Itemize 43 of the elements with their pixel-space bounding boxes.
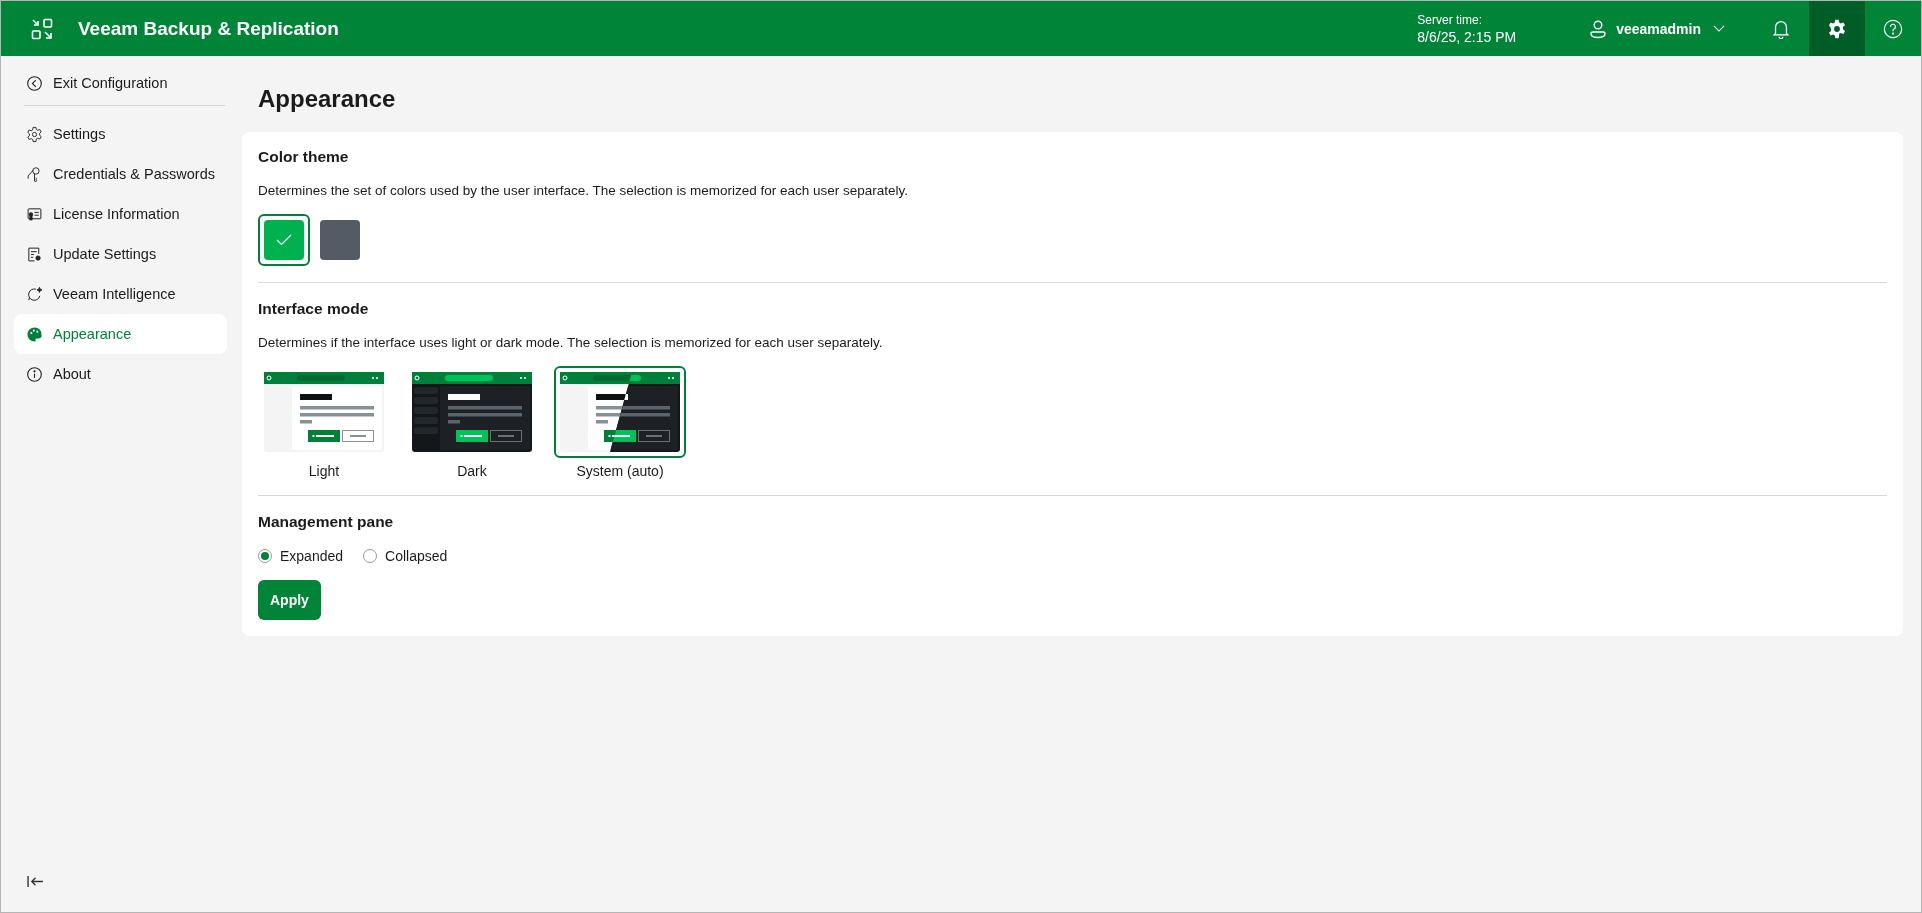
sidebar-item[interactable]: License Information bbox=[14, 194, 227, 234]
server-time: 8/6/25, 2:15 PM bbox=[1417, 28, 1517, 45]
sidebar-item[interactable]: Appearance bbox=[14, 314, 227, 354]
sidebar-item[interactable]: Veeam Intelligence bbox=[14, 274, 227, 314]
gear-icon bbox=[26, 125, 43, 143]
settings-icon bbox=[1827, 18, 1847, 39]
exit-configuration-link[interactable]: Exit Configuration bbox=[14, 63, 227, 103]
apply-button[interactable]: Apply bbox=[258, 580, 321, 620]
mode-option[interactable] bbox=[554, 366, 686, 458]
sidebar-item[interactable]: Credentials & Passwords bbox=[14, 154, 227, 194]
info-icon bbox=[26, 365, 43, 383]
radio-option[interactable]: Collapsed bbox=[363, 548, 448, 564]
sidebar-item[interactable]: Settings bbox=[14, 114, 227, 154]
section-heading: Management pane bbox=[258, 513, 395, 531]
color-swatch[interactable] bbox=[320, 220, 360, 260]
chat-sparkle-icon bbox=[26, 285, 43, 303]
mode-label: System (auto) bbox=[576, 463, 664, 479]
mode-label: Light bbox=[308, 463, 340, 479]
bell-icon bbox=[1771, 18, 1791, 39]
mode-label: Dark bbox=[457, 463, 487, 479]
user-icon bbox=[1588, 18, 1609, 39]
radio-option[interactable]: Expanded bbox=[258, 548, 344, 564]
page-title: Appearance bbox=[258, 85, 397, 113]
user-menu[interactable]: veeamadmin bbox=[1588, 18, 1725, 39]
section-heading: Color theme bbox=[258, 148, 350, 166]
section-description: Determines if the interface uses light or dark mode. The selection is memorized for each user separately. bbox=[258, 335, 884, 350]
palette-icon bbox=[26, 325, 43, 343]
collapse-arrow-icon bbox=[26, 874, 44, 888]
chevron-down-icon bbox=[1713, 25, 1725, 32]
section-description: Determines the set of colors used by the user interface. The selection is memorized for each user separately. bbox=[258, 183, 910, 198]
server-time-label: Server time: bbox=[1417, 12, 1483, 27]
checkmark-icon bbox=[276, 234, 292, 246]
settings-button[interactable] bbox=[1809, 1, 1865, 56]
sidebar-item[interactable]: Update Settings bbox=[14, 234, 227, 274]
license-card-icon bbox=[26, 205, 43, 223]
help-icon bbox=[1883, 18, 1903, 39]
app-title: Veeam Backup & Replication bbox=[78, 17, 339, 40]
app-logo-icon bbox=[30, 16, 54, 41]
document-gear-icon bbox=[26, 245, 43, 263]
color-swatch[interactable] bbox=[258, 214, 310, 266]
section-heading: Interface mode bbox=[258, 300, 370, 318]
sidebar-item[interactable]: About bbox=[14, 354, 227, 394]
key-icon bbox=[26, 165, 43, 183]
